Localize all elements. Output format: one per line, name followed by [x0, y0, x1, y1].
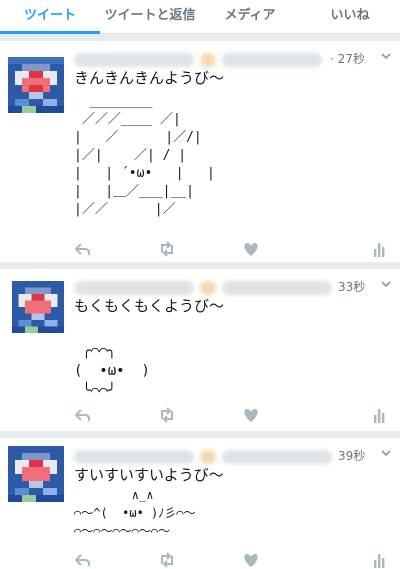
user-name-redacted [74, 53, 194, 67]
tweet-text: もくもくもくようび〜 [74, 297, 225, 315]
tweet-actions [74, 241, 388, 257]
ascii-art: ∧_∧ ⌒〜^( •ω• )ﾉ彡⌒〜 ⌒〜⌒〜⌒〜⌒〜⌒〜 [74, 488, 196, 538]
tweet-actions [74, 552, 388, 568]
user-name-redacted [74, 450, 194, 464]
reply-icon[interactable] [74, 241, 92, 257]
ascii-art: ╭⌒⌒╮ ( •ω• ) ╰⌒⌒╯ [74, 343, 150, 399]
reply-icon[interactable] [74, 407, 92, 423]
tweet[interactable]: 39秒 すいすいすいようび〜 ∧_∧ ⌒〜^( •ω• )ﾉ彡⌒〜 ⌒〜⌒〜⌒〜… [0, 438, 400, 569]
chevron-down-icon[interactable] [380, 278, 392, 290]
retweet-icon[interactable] [158, 552, 176, 568]
user-handle-redacted [222, 450, 332, 464]
tweet-timestamp[interactable]: 33秒 [338, 278, 365, 295]
user-handle-redacted [200, 450, 216, 464]
chevron-down-icon[interactable] [380, 50, 392, 62]
analytics-icon[interactable] [370, 241, 388, 257]
divider [0, 431, 400, 438]
avatar[interactable] [12, 281, 68, 337]
tab-media[interactable]: メディア [200, 0, 300, 33]
tweet-timestamp[interactable]: 39秒 [338, 447, 365, 464]
analytics-icon[interactable] [370, 552, 388, 568]
retweet-icon[interactable] [158, 241, 176, 257]
tweet-actions [74, 407, 388, 423]
tweet-text: すいすいすいようび〜 [74, 466, 224, 484]
divider [0, 34, 400, 41]
avatar[interactable] [8, 57, 64, 113]
chevron-down-icon[interactable] [380, 447, 392, 459]
user-handle-redacted [222, 281, 332, 295]
user-name-redacted [74, 281, 194, 295]
user-handle-redacted [200, 281, 216, 295]
like-icon[interactable] [242, 241, 260, 257]
reply-icon[interactable] [74, 552, 92, 568]
tab-tweets[interactable]: ツイート [0, 0, 100, 34]
tweet[interactable]: · 27秒 きんきんきんようび〜 ________ ／／／____ ／| | ／… [0, 41, 400, 263]
profile-tabs: ツイート ツイートと返信 メディア いいね [0, 0, 400, 34]
user-handle-redacted [222, 53, 322, 67]
divider [0, 262, 400, 269]
tweet[interactable]: 33秒 もくもくもくようび〜 ╭⌒⌒╮ ( •ω• ) ╰⌒⌒╯ [0, 269, 400, 432]
user-handle-redacted [200, 53, 216, 67]
like-icon[interactable] [242, 552, 260, 568]
analytics-icon[interactable] [370, 407, 388, 423]
avatar[interactable] [8, 446, 64, 502]
like-icon[interactable] [242, 407, 260, 423]
retweet-icon[interactable] [158, 407, 176, 423]
ascii-art: ________ ／／／____ ／| | ／ |／/| |／| ／| / | … [74, 94, 215, 217]
tab-tweets-and-replies[interactable]: ツイートと返信 [100, 0, 200, 33]
tweet-timestamp[interactable]: · 27秒 [330, 50, 365, 67]
tab-likes[interactable]: いいね [300, 0, 400, 33]
tweet-text: きんきんきんようび〜 [74, 69, 225, 87]
